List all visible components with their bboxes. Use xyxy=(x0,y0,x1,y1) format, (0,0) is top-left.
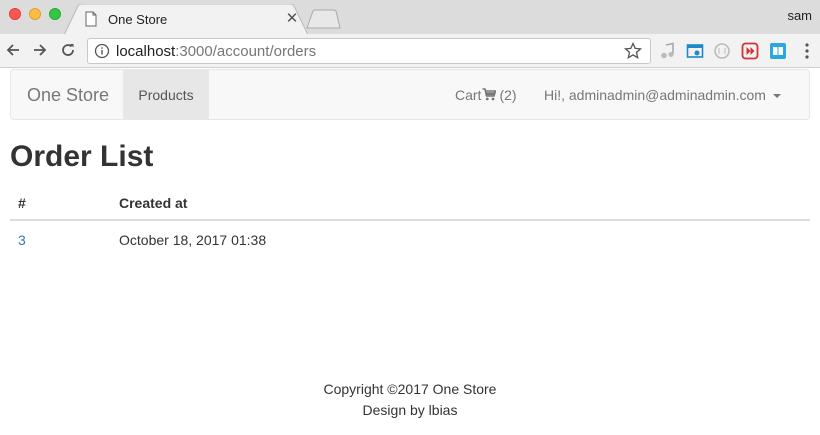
reload-icon xyxy=(62,44,74,56)
order-id-link[interactable]: 3 xyxy=(18,232,26,248)
minimize-window-button[interactable] xyxy=(29,8,41,20)
page-title: Order List xyxy=(10,140,154,173)
music-extension-icon[interactable] xyxy=(659,42,677,60)
user-greeting: Hi!, adminadmin@adminadmin.com xyxy=(544,86,766,103)
forward-arrow-icon xyxy=(34,44,47,56)
brand-link[interactable]: One Store xyxy=(27,85,109,105)
table-header: # Created at xyxy=(10,186,810,221)
close-window-button[interactable] xyxy=(9,8,21,20)
site-navbar: One Store Products Cart (2) Hi!, adminad… xyxy=(10,69,810,120)
reload-button[interactable] xyxy=(58,40,78,60)
browser-titlebar: One Store ✕ sam xyxy=(0,0,820,35)
browser-toolbar: localhost:3000/account/orders xyxy=(0,34,820,68)
address-bar[interactable]: localhost:3000/account/orders xyxy=(87,38,651,64)
column-header-number: # xyxy=(18,195,26,211)
footer-design-credit: Design by lbias xyxy=(362,402,458,418)
url-host: localhost xyxy=(116,42,176,60)
bookmark-star-icon[interactable] xyxy=(624,42,642,60)
footer-copyright: Copyright ©2017 One Store xyxy=(323,381,497,397)
screenshot-extension-icon[interactable] xyxy=(686,42,704,60)
user-menu-dropdown[interactable]: Hi!, adminadmin@adminadmin.com xyxy=(544,70,781,119)
table-row: 3 October 18, 2017 01:38 xyxy=(10,221,810,258)
maximize-window-button[interactable] xyxy=(49,8,61,20)
nav-cart-link[interactable]: Cart (2) xyxy=(455,70,517,119)
profile-name[interactable]: sam xyxy=(787,8,812,23)
shopping-cart-icon xyxy=(482,88,497,101)
video-extension-icon[interactable] xyxy=(741,42,759,60)
column-header-created-at: Created at xyxy=(119,195,188,211)
url-path: :3000/account/orders xyxy=(175,42,317,60)
back-arrow-icon xyxy=(6,44,19,56)
caret-down-icon xyxy=(772,93,781,98)
reader-extension-icon[interactable] xyxy=(769,42,787,60)
cart-count: (2) xyxy=(499,86,517,103)
cart-label: Cart xyxy=(455,86,482,103)
browser-tab-content: One Store ✕ xyxy=(84,4,300,34)
forward-button[interactable] xyxy=(30,40,50,60)
browser-menu-icon[interactable] xyxy=(801,42,813,60)
tab-title: One Store xyxy=(108,11,168,27)
document-icon xyxy=(85,11,97,27)
tab-close-icon[interactable]: ✕ xyxy=(284,11,300,27)
window-controls xyxy=(9,8,61,20)
order-created-at: October 18, 2017 01:38 xyxy=(119,232,267,248)
orders-table: # Created at 3 October 18, 2017 01:38 xyxy=(10,186,810,258)
disabled-extension-icon[interactable] xyxy=(713,42,731,60)
page-footer: Copyright ©2017 One Store Design by lbia… xyxy=(0,379,820,421)
nav-products-link[interactable]: Products xyxy=(123,70,209,119)
back-button[interactable] xyxy=(3,40,23,60)
new-tab-button[interactable] xyxy=(305,9,341,29)
info-icon[interactable] xyxy=(94,43,110,59)
